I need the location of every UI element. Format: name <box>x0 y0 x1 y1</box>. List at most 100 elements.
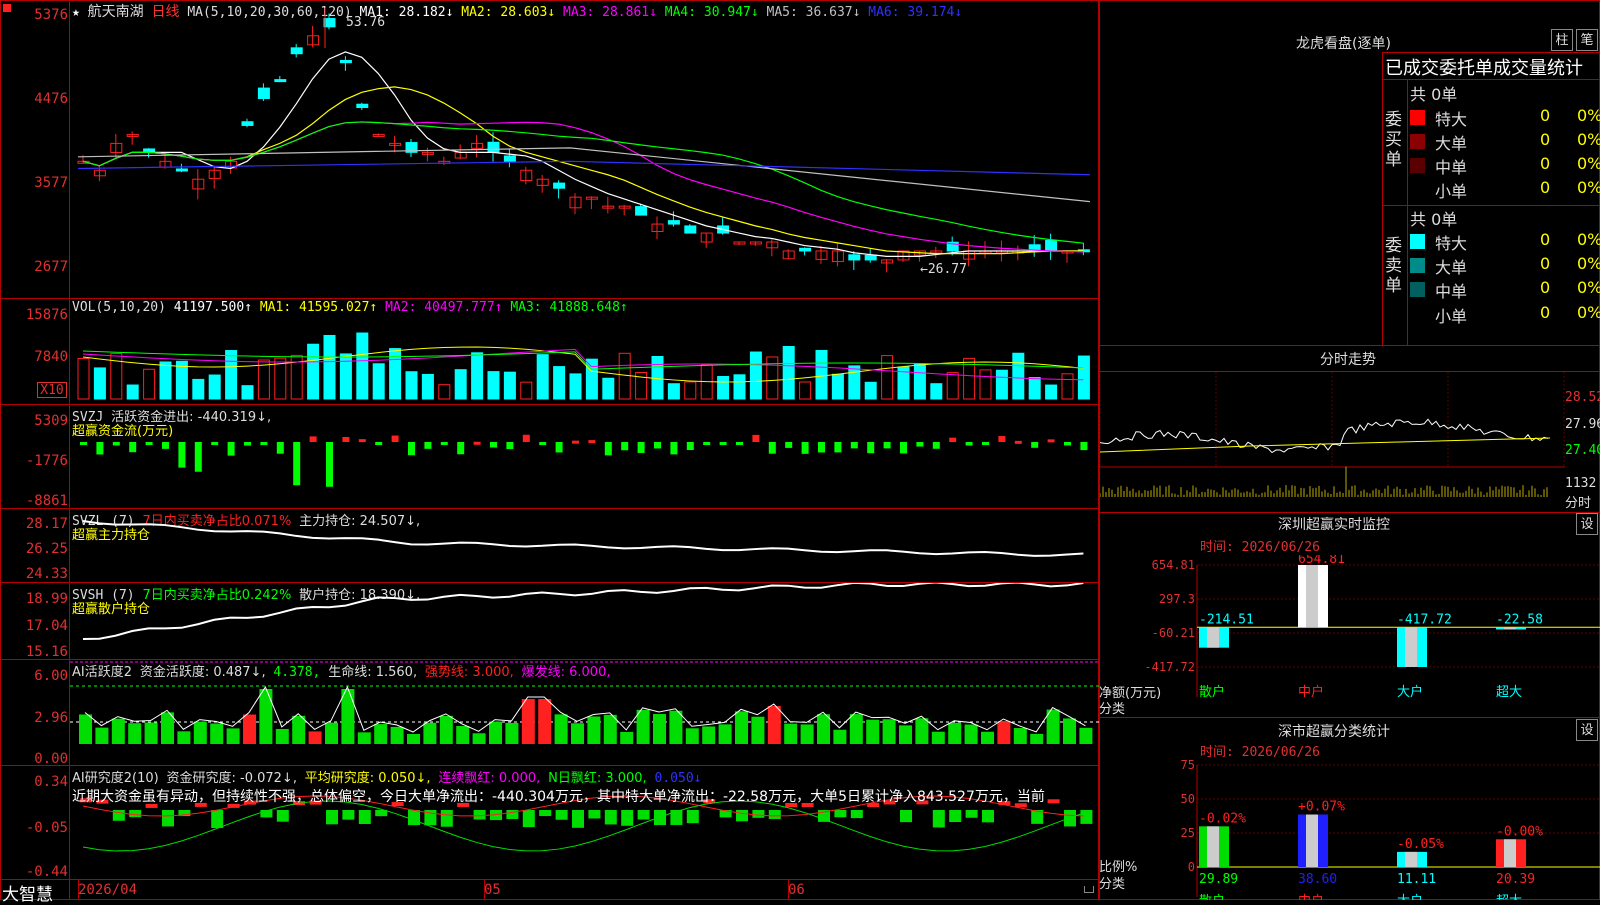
volume-bar <box>225 350 238 400</box>
sell-side-label: 委卖单 <box>1385 236 1402 296</box>
flow-bar <box>260 442 268 445</box>
buy-side-label: 委买单 <box>1385 110 1402 170</box>
activity-bar <box>915 718 929 744</box>
flow-bar <box>1080 442 1088 451</box>
sell-row-label: 大单 <box>1435 258 1468 277</box>
candle <box>799 247 812 252</box>
research-bar <box>736 810 748 822</box>
ma5-line <box>77 147 1091 203</box>
svzj-chart[interactable] <box>70 405 1099 508</box>
flow-bar <box>785 442 793 448</box>
stats-chart[interactable]: 75 50 25 0 -0.02% 29.89 散户 +0.07% 38.60 中户 -0.05% 1… <box>1099 755 1600 900</box>
sell-row-pct: 0% <box>1577 230 1600 249</box>
divider <box>1407 79 1408 346</box>
monitor-settings-button[interactable]: 设 <box>1576 513 1598 535</box>
volume-bar <box>487 371 500 400</box>
flow-bar <box>473 441 481 445</box>
stats-settings-button[interactable]: 设 <box>1576 719 1598 741</box>
svsh-chart[interactable] <box>70 583 1099 659</box>
flow-bar <box>703 442 711 445</box>
ma3-line <box>82 121 1084 253</box>
retail-line <box>82 583 1084 640</box>
flow-bar <box>539 442 547 445</box>
volume-bar <box>159 361 172 400</box>
bar-value-label: -214.51 <box>1199 612 1254 627</box>
axis-tick-label: 50 <box>1181 792 1195 806</box>
volume-bar <box>257 359 270 400</box>
activity-bar <box>849 714 863 744</box>
kline-chart[interactable] <box>70 0 1099 298</box>
activity-bar <box>948 722 962 744</box>
activity-bar <box>292 715 306 744</box>
flow-bar <box>293 442 301 486</box>
activity-bar <box>735 711 748 744</box>
bar-value-label: 38.60 <box>1298 872 1337 887</box>
activity-bar <box>521 699 535 744</box>
activity-bar <box>357 732 371 744</box>
activity-bar <box>423 722 437 744</box>
date-label: 06 <box>788 882 805 898</box>
flow-bar <box>227 442 235 456</box>
ai1-chart[interactable] <box>70 660 1099 765</box>
flow-bar <box>719 442 727 445</box>
flow-bar <box>211 442 219 445</box>
bar-mode-button[interactable]: 柱 <box>1551 29 1573 51</box>
price-line <box>1100 418 1549 454</box>
research-bar <box>850 810 863 819</box>
volume-bar <box>684 381 697 400</box>
flow-bar <box>834 442 842 453</box>
category-bar-highlight <box>1306 565 1318 628</box>
flow-bar <box>932 442 940 449</box>
candle <box>110 142 123 153</box>
category-bar-highlight <box>1504 839 1516 867</box>
activity-bar <box>817 714 830 744</box>
sell-row-pct: 0% <box>1577 303 1600 322</box>
sell-row-label: 中单 <box>1435 282 1468 301</box>
activity-bar <box>1079 727 1093 744</box>
sell-row-pct: 0% <box>1577 278 1600 297</box>
kline-axis-label: 4476 <box>34 91 68 107</box>
flow-bar <box>768 442 776 454</box>
fenshi-axis-label: 28.52 <box>1565 390 1600 405</box>
research-bar <box>342 810 355 820</box>
candle <box>356 103 369 109</box>
flow-bar <box>1064 442 1071 446</box>
buy-row-label: 大单 <box>1435 134 1468 153</box>
research-bar <box>686 810 699 824</box>
volume-chart[interactable] <box>70 299 1099 404</box>
activity-bar <box>161 712 174 744</box>
flow-bar <box>358 439 366 443</box>
volume-bar <box>323 334 336 400</box>
research-bar <box>834 810 847 818</box>
research-bar <box>982 810 994 823</box>
research-bar <box>211 810 224 828</box>
activity-bar <box>718 724 732 744</box>
category-label: 中户 <box>1298 893 1324 900</box>
monitor-chart[interactable]: 654.81 297.3 -60.21 -417.72 -214.51 散户 654.81 中… <box>1099 555 1600 700</box>
volume-bar <box>208 374 221 400</box>
activity-bar <box>882 719 896 744</box>
flow-bar <box>637 442 645 453</box>
lock-icon[interactable] <box>1084 886 1094 893</box>
buy-row-count: 0 <box>1540 154 1551 173</box>
activity-bar <box>472 733 486 744</box>
research-bar <box>670 810 683 825</box>
stats-xlabel: 分类 <box>1099 877 1126 892</box>
svsh-axis-label: 18.99 <box>25 591 68 607</box>
volume-bar <box>126 384 139 400</box>
flow-bar <box>604 442 612 456</box>
buy-total: 共 0单 <box>1410 85 1458 104</box>
svzl-chart[interactable] <box>70 509 1099 582</box>
tick-mode-button[interactable]: 笔 <box>1576 29 1598 51</box>
activity-bar <box>374 724 388 744</box>
activity-bar <box>964 724 978 744</box>
activity-bar <box>308 731 322 744</box>
fenshi-chart[interactable] <box>1100 372 1565 512</box>
flow-bar <box>96 442 104 455</box>
activity-bar <box>407 733 420 744</box>
research-bar <box>965 810 978 818</box>
vol-unit-badge[interactable]: X10 <box>37 382 67 398</box>
candle <box>274 79 287 83</box>
research-bar <box>522 810 535 828</box>
activity-bar <box>538 699 552 744</box>
